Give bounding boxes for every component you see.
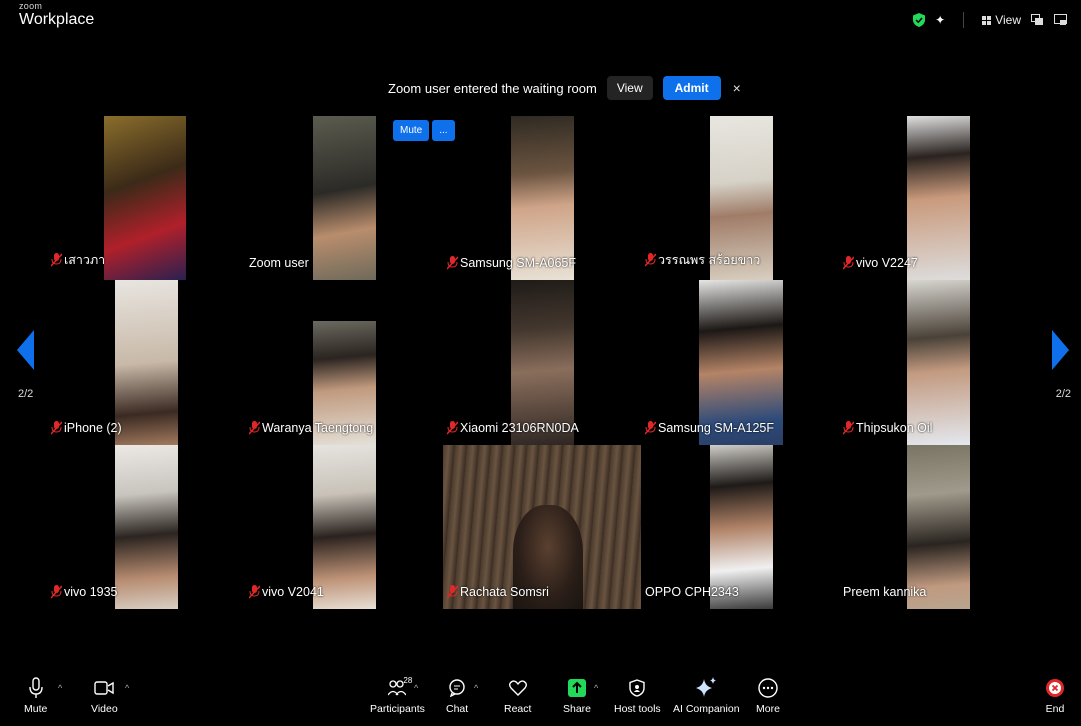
- video-camera-icon: [94, 681, 115, 695]
- video-tile[interactable]: Waranya Taengtong: [245, 280, 441, 445]
- grid-view-icon: [982, 15, 992, 25]
- muted-mic-icon: [51, 585, 62, 599]
- audio-options-chevron-up-icon[interactable]: ^: [58, 683, 62, 693]
- share-options-chevron-up-icon[interactable]: ^: [594, 683, 598, 693]
- participant-name-label: vivo V2041: [249, 585, 324, 599]
- participants-button[interactable]: 28 Participants: [370, 676, 425, 715]
- ai-companion-button[interactable]: AI Companion: [673, 676, 740, 715]
- video-tile[interactable]: vivo V2041: [245, 445, 441, 609]
- titlebar-divider: [963, 12, 965, 28]
- app-brand: zoom Workplace: [19, 2, 94, 28]
- security-shield-icon[interactable]: [913, 13, 926, 27]
- mute-button[interactable]: Mute: [24, 676, 47, 715]
- previous-page-arrow-icon[interactable]: [17, 330, 34, 370]
- participant-name-label: OPPO CPH2343: [645, 585, 739, 599]
- microphone-icon: [28, 677, 43, 698]
- participants-options-chevron-up-icon[interactable]: ^: [414, 683, 418, 693]
- next-page-arrow-icon[interactable]: [1052, 330, 1069, 370]
- muted-mic-icon: [447, 421, 458, 435]
- video-options-chevron-up-icon[interactable]: ^: [125, 683, 129, 693]
- muted-mic-icon: [843, 421, 854, 435]
- chat-options-chevron-up-icon[interactable]: ^: [474, 683, 478, 693]
- video-tile[interactable]: vivo 1935: [47, 445, 243, 609]
- video-tile[interactable]: Rachata Somsri: [443, 445, 641, 609]
- meeting-toolbar: Mute ^ Video ^ 28 Participants ^ Chat ^ …: [0, 668, 1081, 726]
- view-layout-button[interactable]: View: [982, 13, 1021, 27]
- more-button[interactable]: More: [756, 676, 780, 715]
- video-tile[interactable]: Samsung SM-A125F: [641, 280, 837, 445]
- page-indicator-right: 2/2: [1055, 388, 1071, 400]
- admit-button[interactable]: Admit: [662, 76, 721, 100]
- view-label: View: [995, 13, 1021, 27]
- share-arrow-icon: [568, 679, 587, 697]
- participant-name-label: Samsung SM-A065F: [447, 256, 576, 270]
- participant-name-label: Zoom user: [249, 256, 309, 270]
- close-banner-icon[interactable]: ×: [733, 80, 741, 96]
- immersive-view-icon[interactable]: [1031, 14, 1044, 26]
- participant-name-label: Xiaomi 23106RN0DA: [447, 421, 579, 435]
- participants-count: 28: [403, 676, 413, 685]
- sparkle-icon[interactable]: ✦: [935, 13, 945, 27]
- video-tile[interactable]: OPPO CPH2343: [641, 445, 837, 609]
- participant-video: [115, 445, 178, 609]
- participant-name-label: iPhone (2): [51, 421, 122, 435]
- brand-title: Workplace: [19, 11, 95, 28]
- page-indicator-left: 2/2: [18, 388, 34, 400]
- muted-mic-icon: [249, 585, 260, 599]
- participant-name-label: Waranya Taengtong: [249, 421, 373, 435]
- ai-sparkle-icon: [696, 677, 717, 697]
- chat-button[interactable]: Chat: [446, 676, 468, 715]
- video-button[interactable]: Video: [91, 676, 118, 715]
- waiting-room-banner: Zoom user entered the waiting room View …: [388, 76, 741, 100]
- share-screen-button[interactable]: Share: [563, 676, 591, 715]
- muted-mic-icon: [51, 253, 62, 267]
- video-tile[interactable]: Xiaomi 23106RN0DA: [443, 280, 639, 445]
- participant-name-label: Preem kannika: [843, 585, 927, 599]
- participant-name-label: vivo V2247: [843, 256, 918, 270]
- video-tile[interactable]: Preem kannika: [839, 445, 1035, 609]
- waiting-room-message: Zoom user entered the waiting room: [388, 80, 597, 96]
- muted-mic-icon: [645, 253, 656, 267]
- participant-name-label: Rachata Somsri: [447, 585, 549, 599]
- video-tile[interactable]: iPhone (2): [47, 280, 243, 445]
- muted-mic-icon: [249, 421, 260, 435]
- chat-bubble-icon: [449, 679, 465, 697]
- host-shield-icon: [629, 679, 646, 697]
- video-tile[interactable]: vivo V2247: [839, 116, 1035, 280]
- heart-icon: [508, 680, 527, 696]
- muted-mic-icon: [843, 256, 854, 270]
- muted-mic-icon: [447, 256, 458, 270]
- tile-hover-controls: Mute ...: [393, 120, 455, 141]
- video-tile[interactable]: Thipsukon Oil: [839, 280, 1035, 445]
- muted-mic-icon: [447, 585, 458, 599]
- tile-mute-button[interactable]: Mute: [393, 120, 430, 141]
- muted-mic-icon: [51, 421, 62, 435]
- participant-video: [104, 116, 186, 280]
- participant-name-label: vivo 1935: [51, 585, 118, 599]
- brand-small: zoom: [19, 1, 43, 11]
- participant-name-label: วรรณพร สร้อยขาว: [645, 250, 760, 270]
- host-tools-button[interactable]: Host tools: [614, 676, 661, 715]
- participant-name-label: Thipsukon Oil: [843, 421, 932, 435]
- end-meeting-button[interactable]: End: [1044, 676, 1066, 715]
- view-waiting-room-button[interactable]: View: [606, 76, 653, 100]
- video-tile[interactable]: วรรณพร สร้อยขาว: [641, 116, 837, 280]
- participant-name-label: เสาวภา: [51, 250, 105, 270]
- participant-video: [115, 280, 178, 445]
- participant-name-label: Samsung SM-A125F: [645, 421, 774, 435]
- react-button[interactable]: React: [504, 676, 531, 715]
- video-tile[interactable]: เสาวภา: [47, 116, 243, 280]
- participant-video: [313, 116, 376, 280]
- muted-mic-icon: [645, 421, 656, 435]
- title-bar: zoom Workplace ✦ View: [0, 0, 1081, 42]
- more-dots-icon: [758, 678, 778, 698]
- end-x-icon: [1046, 679, 1064, 697]
- video-tile[interactable]: Samsung SM-A065F: [443, 116, 639, 280]
- tile-more-button[interactable]: ...: [432, 120, 455, 141]
- fullscreen-icon[interactable]: [1054, 14, 1067, 26]
